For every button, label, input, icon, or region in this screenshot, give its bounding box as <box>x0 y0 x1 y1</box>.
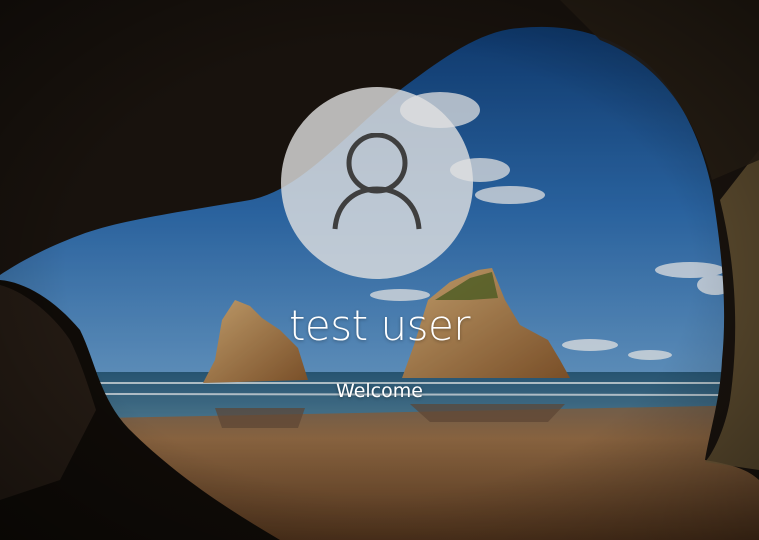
status-message: Welcome <box>336 380 423 402</box>
lock-screen: test user Welcome <box>0 0 759 540</box>
user-name: test user <box>288 301 471 350</box>
user-avatar <box>281 87 473 279</box>
user-silhouette-icon <box>332 133 422 230</box>
